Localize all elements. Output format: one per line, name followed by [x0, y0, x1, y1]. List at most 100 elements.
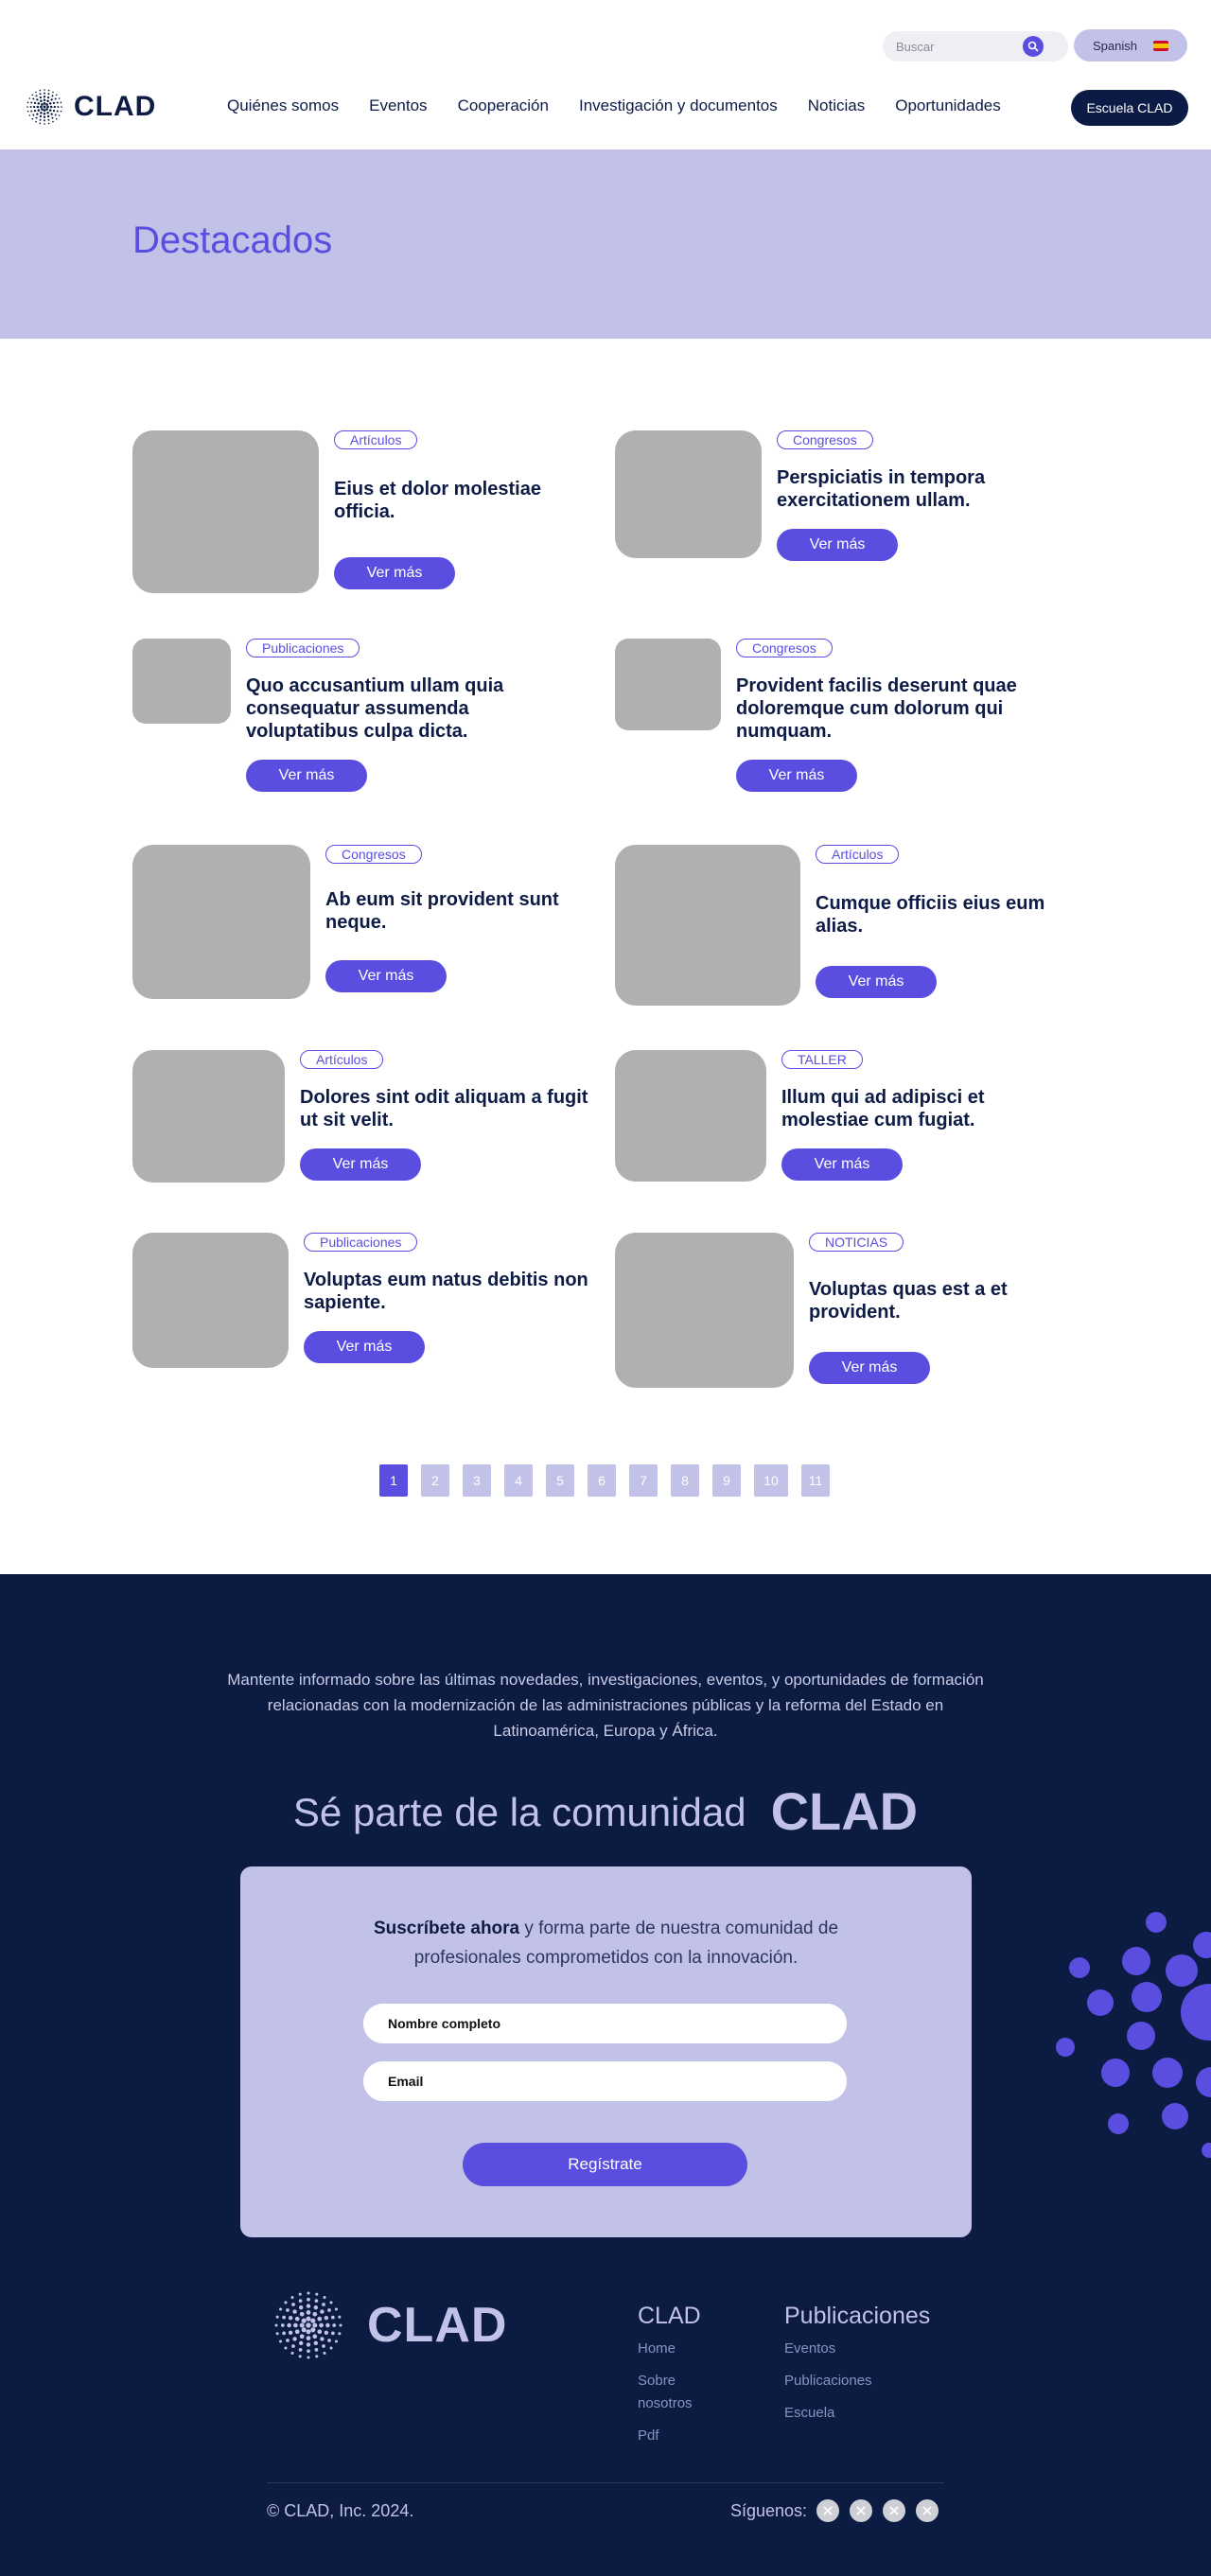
card-title[interactable]: Ab eum sit provident sunt neque. — [325, 888, 571, 934]
featured-cards: Artículos Eius et dolor molestiae offici… — [0, 339, 1211, 1574]
community-text: Sé parte de la comunidad — [292, 1790, 746, 1834]
category-tag[interactable]: Publicaciones — [304, 1233, 418, 1252]
x-icon[interactable] — [916, 2499, 939, 2522]
page-10[interactable]: 10 — [754, 1464, 788, 1497]
subscribe-text: Suscríbete ahora y forma parte de nuestr… — [344, 1914, 868, 1972]
nav-investigacion[interactable]: Investigación y documentos — [579, 96, 778, 115]
site-header: Spanish CLAD Quiénes somos Eventos Coope… — [0, 0, 1211, 149]
card-title[interactable]: Voluptas quas est a et provident. — [809, 1278, 1055, 1323]
ver-mas-button[interactable]: Ver más — [781, 1148, 903, 1181]
card: Publicaciones Voluptas eum natus debitis… — [132, 1233, 597, 1368]
nav-oportunidades[interactable]: Oportunidades — [895, 96, 1001, 115]
subscribe-bold: Suscríbete ahora — [373, 1919, 520, 1938]
nav-quienes-somos[interactable]: Quiénes somos — [227, 96, 339, 115]
email-field[interactable] — [363, 2061, 847, 2101]
card-title[interactable]: Perspiciatis in tempora exercitationem u… — [777, 466, 1061, 512]
ver-mas-button[interactable]: Ver más — [809, 1352, 930, 1384]
footer-col-publicaciones: Publicaciones Eventos Publicaciones Escu… — [784, 2303, 974, 2434]
search-icon — [1027, 41, 1039, 52]
search-box — [883, 31, 1068, 61]
main-nav: Quiénes somos Eventos Cooperación Invest… — [227, 96, 1031, 115]
card-image[interactable] — [615, 430, 762, 558]
ver-mas-button[interactable]: Ver más — [816, 966, 937, 998]
ver-mas-button[interactable]: Ver más — [777, 529, 898, 561]
newsletter-intro: Mantente informado sobre las últimas nov… — [227, 1671, 984, 1740]
page-8[interactable]: 8 — [671, 1464, 699, 1497]
card-image[interactable] — [615, 845, 800, 1006]
category-tag[interactable]: Artículos — [816, 845, 900, 864]
category-tag[interactable]: Congresos — [325, 845, 422, 864]
escuela-clad-button[interactable]: Escuela CLAD — [1071, 90, 1188, 126]
card-title[interactable]: Dolores sint odit aliquam a fugit ut sit… — [300, 1086, 593, 1131]
social-links: Síguenos: — [730, 2499, 949, 2522]
category-tag[interactable]: Artículos — [334, 430, 418, 449]
card: Congresos Perspiciatis in tempora exerci… — [615, 430, 1061, 561]
footer-link-escuela[interactable]: Escuela — [784, 2402, 974, 2425]
copyright: © CLAD, Inc. 2024. — [267, 2501, 414, 2520]
x-icon[interactable] — [883, 2499, 906, 2522]
category-tag[interactable]: Publicaciones — [246, 639, 360, 657]
page-6[interactable]: 6 — [588, 1464, 616, 1497]
name-field[interactable] — [363, 2004, 847, 2043]
card-title[interactable]: Provident facilis deserunt quae doloremq… — [736, 675, 1048, 743]
card-image[interactable] — [132, 845, 310, 999]
footer-logo[interactable]: CLAD — [267, 2284, 507, 2367]
card-title[interactable]: Eius et dolor molestiae officia. — [334, 478, 580, 523]
card-title[interactable]: Cumque officiis eius eum alias. — [816, 892, 1062, 938]
card: Publicaciones Quo accusantium ullam quia… — [132, 639, 587, 792]
card-title[interactable]: Voluptas eum natus debitis non sapiente. — [304, 1269, 597, 1314]
card-title[interactable]: Illum qui ad adipisci et molestiae cum f… — [781, 1086, 1075, 1131]
ver-mas-button[interactable]: Ver más — [246, 760, 367, 792]
card-image[interactable] — [615, 1233, 794, 1388]
footer-link-eventos[interactable]: Eventos — [784, 2338, 974, 2360]
card-title[interactable]: Quo accusantium ullam quia consequatur a… — [246, 675, 587, 743]
ver-mas-button[interactable]: Ver más — [325, 960, 447, 992]
footer-link-pdf[interactable]: Pdf — [638, 2425, 723, 2447]
site-logo[interactable]: CLAD — [23, 85, 156, 129]
page-title: Destacados — [132, 219, 333, 261]
card-image[interactable] — [132, 1050, 285, 1183]
site-footer: Mantente informado sobre las últimas nov… — [0, 1574, 1211, 2576]
nav-noticias[interactable]: Noticias — [808, 96, 865, 115]
page-7[interactable]: 7 — [629, 1464, 658, 1497]
footer-link-sobre[interactable]: Sobre nosotros — [638, 2370, 723, 2415]
decorative-dots — [1056, 1912, 1211, 2158]
footer-link-publicaciones[interactable]: Publicaciones — [784, 2370, 974, 2392]
nav-cooperacion[interactable]: Cooperación — [458, 96, 549, 115]
register-button[interactable]: Regístrate — [463, 2143, 747, 2186]
page-5[interactable]: 5 — [546, 1464, 574, 1497]
page-9[interactable]: 9 — [712, 1464, 741, 1497]
pagination: 1 2 3 4 5 6 7 8 9 10 11 — [379, 1464, 843, 1497]
card: Artículos Eius et dolor molestiae offici… — [132, 430, 580, 593]
x-icon[interactable] — [816, 2499, 840, 2522]
category-tag[interactable]: NOTICIAS — [809, 1233, 904, 1252]
footer-logo-text: CLAD — [367, 2298, 508, 2353]
card: Artículos Dolores sint odit aliquam a fu… — [132, 1050, 593, 1183]
category-tag[interactable]: Congresos — [777, 430, 873, 449]
search-button[interactable] — [1023, 36, 1044, 57]
ver-mas-button[interactable]: Ver más — [736, 760, 857, 792]
page-4[interactable]: 4 — [504, 1464, 533, 1497]
nav-eventos[interactable]: Eventos — [369, 96, 427, 115]
category-tag[interactable]: Congresos — [736, 639, 833, 657]
page-2[interactable]: 2 — [421, 1464, 449, 1497]
ver-mas-button[interactable]: Ver más — [300, 1148, 421, 1181]
category-tag[interactable]: TALLER — [781, 1050, 863, 1069]
card-image[interactable] — [615, 639, 721, 730]
category-tag[interactable]: Artículos — [300, 1050, 384, 1069]
card-image[interactable] — [132, 1233, 289, 1368]
page-1[interactable]: 1 — [379, 1464, 408, 1497]
footer-col-clad: CLAD Home Sobre nosotros Pdf — [638, 2303, 723, 2457]
page-11[interactable]: 11 — [801, 1464, 830, 1497]
card-image[interactable] — [132, 430, 319, 593]
footer-link-home[interactable]: Home — [638, 2338, 723, 2360]
ver-mas-button[interactable]: Ver más — [304, 1331, 425, 1363]
ver-mas-button[interactable]: Ver más — [334, 557, 455, 589]
card-image[interactable] — [132, 639, 231, 724]
x-icon[interactable] — [850, 2499, 873, 2522]
card-image[interactable] — [615, 1050, 766, 1182]
language-selector[interactable]: Spanish — [1074, 29, 1187, 61]
page-3[interactable]: 3 — [463, 1464, 491, 1497]
card: Artículos Cumque officiis eius eum alias… — [615, 845, 1062, 1006]
search-input[interactable] — [883, 31, 1025, 61]
